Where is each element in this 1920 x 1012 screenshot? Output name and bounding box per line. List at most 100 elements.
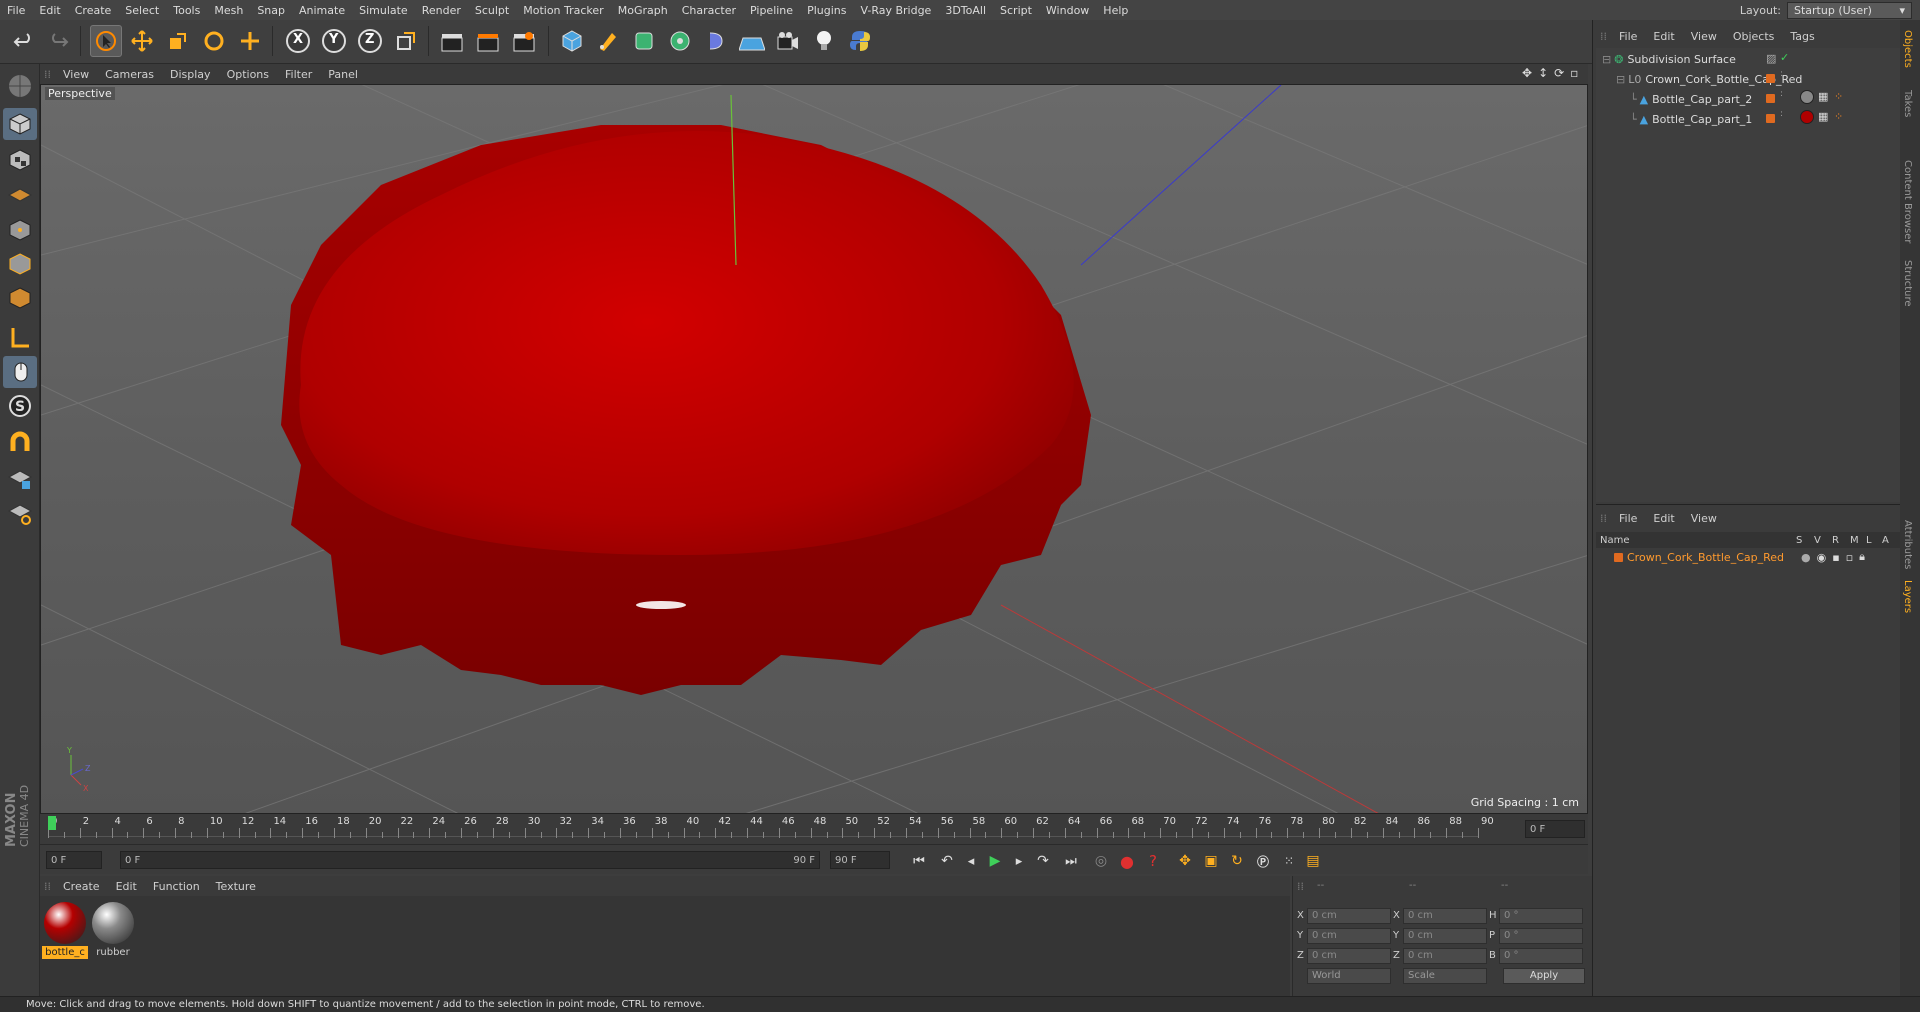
go-to-start-button[interactable]: ⏮ — [908, 850, 930, 872]
python-button[interactable] — [844, 25, 876, 57]
viewport-menu-display[interactable]: Display — [162, 68, 219, 81]
viewport-perspective[interactable]: Y X Z Perspective Grid Spacing : 1 cm — [40, 84, 1588, 814]
side-tab-structure[interactable]: Structure — [1902, 260, 1913, 307]
coord-value-field[interactable]: 0 cm — [1307, 908, 1391, 924]
coord-value-field[interactable]: 0 ° — [1499, 948, 1583, 964]
range-slider[interactable]: 0 F 90 F — [120, 851, 820, 869]
layout-dropdown[interactable]: Startup (User) ▾ — [1787, 1, 1912, 19]
deformer-button[interactable] — [700, 25, 732, 57]
menu-v-ray-bridge[interactable]: V-Ray Bridge — [853, 4, 938, 17]
redo-button[interactable] — [42, 25, 74, 57]
menu-plugins[interactable]: Plugins — [800, 4, 853, 17]
maximize-view-icon[interactable]: ▫ — [1570, 66, 1578, 80]
side-tab-layers[interactable]: Layers — [1902, 580, 1913, 613]
render-view-button[interactable] — [436, 25, 468, 57]
checker-tag-icon[interactable]: ▦ — [1818, 110, 1828, 123]
cube-button[interactable] — [556, 25, 588, 57]
material-menu-function[interactable]: Function — [145, 880, 208, 893]
material-menu-edit[interactable]: Edit — [108, 880, 145, 893]
prev-key-button[interactable]: ↶ — [936, 850, 958, 872]
viewport-menu-filter[interactable]: Filter — [277, 68, 320, 81]
play-button[interactable]: ▶ — [984, 850, 1006, 872]
menu-render[interactable]: Render — [415, 4, 468, 17]
object-row[interactable]: └ ▲ Bottle_Cap_part_2 — [1596, 90, 1900, 108]
polygons-mode-button[interactable] — [3, 282, 37, 314]
points-mode-button[interactable] — [3, 214, 37, 246]
render-settings-button[interactable] — [508, 25, 540, 57]
side-tab-objects[interactable]: Objects — [1902, 30, 1913, 68]
tree-expand-icon[interactable]: ⊟ — [1602, 53, 1611, 66]
mograph-cloner-button[interactable] — [664, 25, 696, 57]
checker-tag-icon[interactable]: ▦ — [1818, 90, 1828, 103]
material-swatch[interactable]: rubber — [90, 900, 136, 960]
rotate-view-icon[interactable]: ⟳ — [1554, 66, 1564, 80]
render-icon[interactable]: ▪ — [1832, 551, 1839, 564]
key-scale-button[interactable]: ▣ — [1200, 850, 1222, 872]
snap-button[interactable]: S — [3, 390, 37, 422]
coordinate-system-button[interactable] — [390, 25, 422, 57]
coord-value-field[interactable]: 0 cm — [1307, 928, 1391, 944]
move-tool-button[interactable] — [126, 25, 158, 57]
side-tab-takes[interactable]: Takes — [1902, 90, 1913, 117]
editor-render-dots-icon[interactable]: : — [1780, 69, 1783, 79]
axis-mode-button[interactable] — [3, 322, 37, 354]
menu-simulate[interactable]: Simulate — [352, 4, 415, 17]
end-frame-field[interactable]: 90 F — [830, 851, 890, 869]
key-rotation-button[interactable]: ↻ — [1226, 850, 1248, 872]
objects-menu-view[interactable]: View — [1683, 30, 1725, 43]
record-button[interactable]: ● — [1116, 850, 1138, 872]
menu-character[interactable]: Character — [675, 4, 743, 17]
menu-sculpt[interactable]: Sculpt — [468, 4, 516, 17]
editor-render-dots-icon[interactable]: : — [1780, 109, 1783, 119]
axis-x-button[interactable]: X — [282, 25, 314, 57]
menu-mesh[interactable]: Mesh — [207, 4, 250, 17]
layer-row[interactable]: Crown_Cork_Bottle_Cap_Red ● ◉ ▪ ▫ 🔒︎ — [1596, 548, 1900, 566]
pen-spline-button[interactable] — [592, 25, 624, 57]
edges-mode-button[interactable] — [3, 248, 37, 280]
visible-eye-icon[interactable]: ◉ — [1817, 551, 1827, 564]
floor-button[interactable] — [736, 25, 768, 57]
next-frame-button[interactable]: ▸ — [1008, 850, 1030, 872]
prev-frame-button[interactable]: ◂ — [960, 850, 982, 872]
menu-animate[interactable]: Animate — [292, 4, 352, 17]
axis-z-button[interactable]: Z — [354, 25, 386, 57]
make-editable-button[interactable] — [3, 70, 37, 102]
menu-create[interactable]: Create — [68, 4, 119, 17]
material-menu-texture[interactable]: Texture — [208, 880, 264, 893]
recent-tool-button[interactable] — [234, 25, 266, 57]
menu-script[interactable]: Script — [993, 4, 1039, 17]
solo-dot-icon[interactable]: ● — [1801, 551, 1811, 564]
manager-icon[interactable]: ▫ — [1846, 551, 1853, 564]
autokey-button[interactable]: ? — [1142, 850, 1164, 872]
motion-path-button[interactable]: ◎ — [1090, 850, 1112, 872]
select-tool-button[interactable] — [90, 25, 122, 57]
objects-menu-file[interactable]: File — [1611, 30, 1645, 43]
model-mode-button[interactable] — [3, 108, 37, 140]
menu-pipeline[interactable]: Pipeline — [743, 4, 800, 17]
menu-file[interactable]: File — [0, 4, 32, 17]
tree-expand-icon[interactable]: └ — [1630, 113, 1637, 126]
objects-menu-objects[interactable]: Objects — [1725, 30, 1783, 43]
viewport-menu-view[interactable]: View — [55, 68, 97, 81]
enabled-check-icon[interactable]: ✓ — [1780, 51, 1789, 64]
object-row[interactable]: ⊟ ❂ Subdivision Surface — [1596, 50, 1900, 68]
coord-value-field[interactable]: 0 cm — [1403, 908, 1487, 924]
rotate-tool-button[interactable] — [198, 25, 230, 57]
subdivision-button[interactable] — [628, 25, 660, 57]
objects-menu-edit[interactable]: Edit — [1645, 30, 1682, 43]
start-frame-field[interactable]: 0 F — [46, 851, 102, 869]
planar-workplane-button[interactable] — [3, 498, 37, 530]
key-pla-button[interactable]: ⁙ — [1278, 850, 1300, 872]
playhead-marker[interactable] — [48, 816, 56, 830]
editor-render-dots-icon[interactable]: : — [1780, 89, 1783, 99]
tree-expand-icon[interactable]: ⊟ — [1616, 73, 1625, 86]
material-swatch[interactable]: bottle_c — [42, 900, 88, 960]
timeline-window-button[interactable]: ▤ — [1302, 850, 1324, 872]
coord-value-field[interactable]: 0 cm — [1403, 948, 1487, 964]
viewport-menu-cameras[interactable]: Cameras — [97, 68, 162, 81]
material-tag-icon[interactable] — [1800, 90, 1814, 104]
current-frame-field[interactable]: 0 F — [1525, 820, 1585, 838]
axis-y-button[interactable]: Y — [318, 25, 350, 57]
visibility-icon[interactable]: ▨ — [1766, 52, 1776, 65]
apply-button[interactable]: Apply — [1503, 968, 1585, 984]
